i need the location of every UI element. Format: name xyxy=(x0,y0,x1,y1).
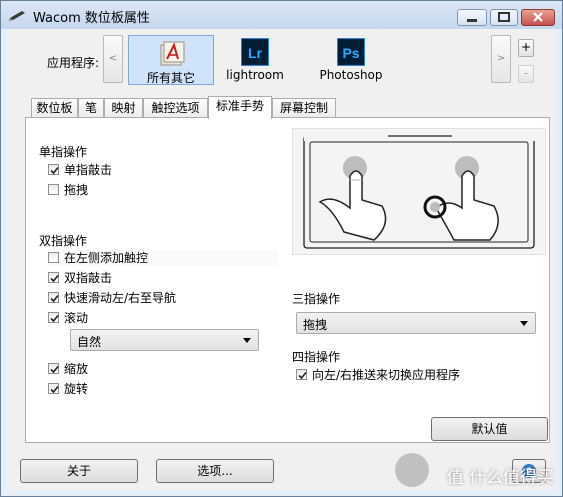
gestures-panel: 单指操作 单指敲击 拖拽 双指操作 在左侧添加触控 双指敲击 快速滑动左/右至导… xyxy=(25,117,550,443)
checkbox-box xyxy=(48,252,59,263)
app-label: 应用程序: xyxy=(47,56,100,70)
checkbox-box xyxy=(48,272,59,283)
tab-screen-control[interactable]: 屏幕控制 xyxy=(272,98,336,118)
app-name: 所有其它 xyxy=(146,71,195,85)
app-prev-button[interactable]: < xyxy=(103,35,123,83)
checkbox-box xyxy=(48,383,59,394)
add-app-button[interactable]: + xyxy=(518,39,534,57)
photoshop-icon: Ps xyxy=(337,38,365,66)
checkmark-icon xyxy=(50,314,59,323)
checkmark-icon xyxy=(50,274,59,283)
maximize-icon xyxy=(498,12,510,22)
tab-pen[interactable]: 笔 xyxy=(78,98,104,118)
checkbox-box xyxy=(296,369,307,380)
gesture-preview-image xyxy=(292,128,546,255)
app-item-lightroom[interactable]: Lr lightroom xyxy=(212,35,298,85)
tab-standard-gestures[interactable]: 标准手势 xyxy=(208,96,272,119)
options-button[interactable]: 选项... xyxy=(156,459,274,483)
close-button[interactable] xyxy=(521,9,555,26)
chevron-down-icon xyxy=(243,338,251,343)
watermark: 值 什么值得买 xyxy=(446,468,554,488)
maximize-button[interactable] xyxy=(490,9,518,26)
close-icon xyxy=(533,12,543,22)
checkbox-box xyxy=(48,292,59,303)
checkmark-icon xyxy=(50,166,59,175)
lightroom-icon: Lr xyxy=(241,38,269,66)
about-button[interactable]: 关于 xyxy=(20,459,138,483)
scroll-mode-select[interactable]: 自然 xyxy=(70,329,259,351)
three-finger-header: 三指操作 xyxy=(292,292,341,306)
watermark-logo-icon xyxy=(395,453,429,487)
app-next-button[interactable]: > xyxy=(491,35,511,83)
checkbox-box xyxy=(48,363,59,374)
tab-mapping[interactable]: 映射 xyxy=(104,98,143,118)
three-finger-select[interactable]: 拖拽 xyxy=(296,312,536,334)
minimize-button[interactable] xyxy=(457,9,487,26)
checkbox-box xyxy=(48,312,59,323)
checkbox-box xyxy=(48,164,59,175)
checkmark-icon xyxy=(50,385,59,394)
app-item-photoshop[interactable]: Ps Photoshop xyxy=(308,35,394,85)
add-left-touch-checkbox[interactable]: 在左侧添加触控 xyxy=(48,250,278,266)
four-finger-header: 四指操作 xyxy=(292,350,341,364)
three-finger-value: 拖拽 xyxy=(303,318,328,332)
checkmark-icon xyxy=(298,371,307,380)
tab-tablet[interactable]: 数位板 xyxy=(31,98,78,118)
tab-touch-options[interactable]: 触控选项 xyxy=(143,98,208,118)
svg-text:Ps: Ps xyxy=(342,45,359,61)
app-item-all-others[interactable]: 所有其它 xyxy=(128,35,214,85)
checkmark-icon xyxy=(50,365,59,374)
default-button[interactable]: 默认值 xyxy=(431,417,548,441)
chevron-down-icon xyxy=(520,321,528,326)
scroll-mode-value: 自然 xyxy=(77,335,102,349)
svg-text:Lr: Lr xyxy=(248,45,263,61)
dialog-client: 应用程序: < 所有其它 Lr lightroom Ps Photoshop >… xyxy=(7,29,556,490)
remove-app-button[interactable]: - xyxy=(518,65,534,83)
window-title: Wacom 数位板属性 xyxy=(33,11,150,26)
checkbox-box xyxy=(48,184,59,195)
title-bar[interactable]: Wacom 数位板属性 xyxy=(1,1,562,29)
app-name: Photoshop xyxy=(319,68,383,82)
app-name: lightroom xyxy=(226,68,284,82)
two-finger-header: 双指操作 xyxy=(39,234,88,248)
minimize-icon xyxy=(467,19,477,22)
all-apps-icon xyxy=(160,41,185,66)
pen-icon xyxy=(9,11,25,21)
single-finger-header: 单指操作 xyxy=(39,145,88,159)
wacom-properties-window: Wacom 数位板属性 应用程序: < 所有其它 Lr lightroom Ps… xyxy=(0,0,563,497)
checkmark-icon xyxy=(50,294,59,303)
